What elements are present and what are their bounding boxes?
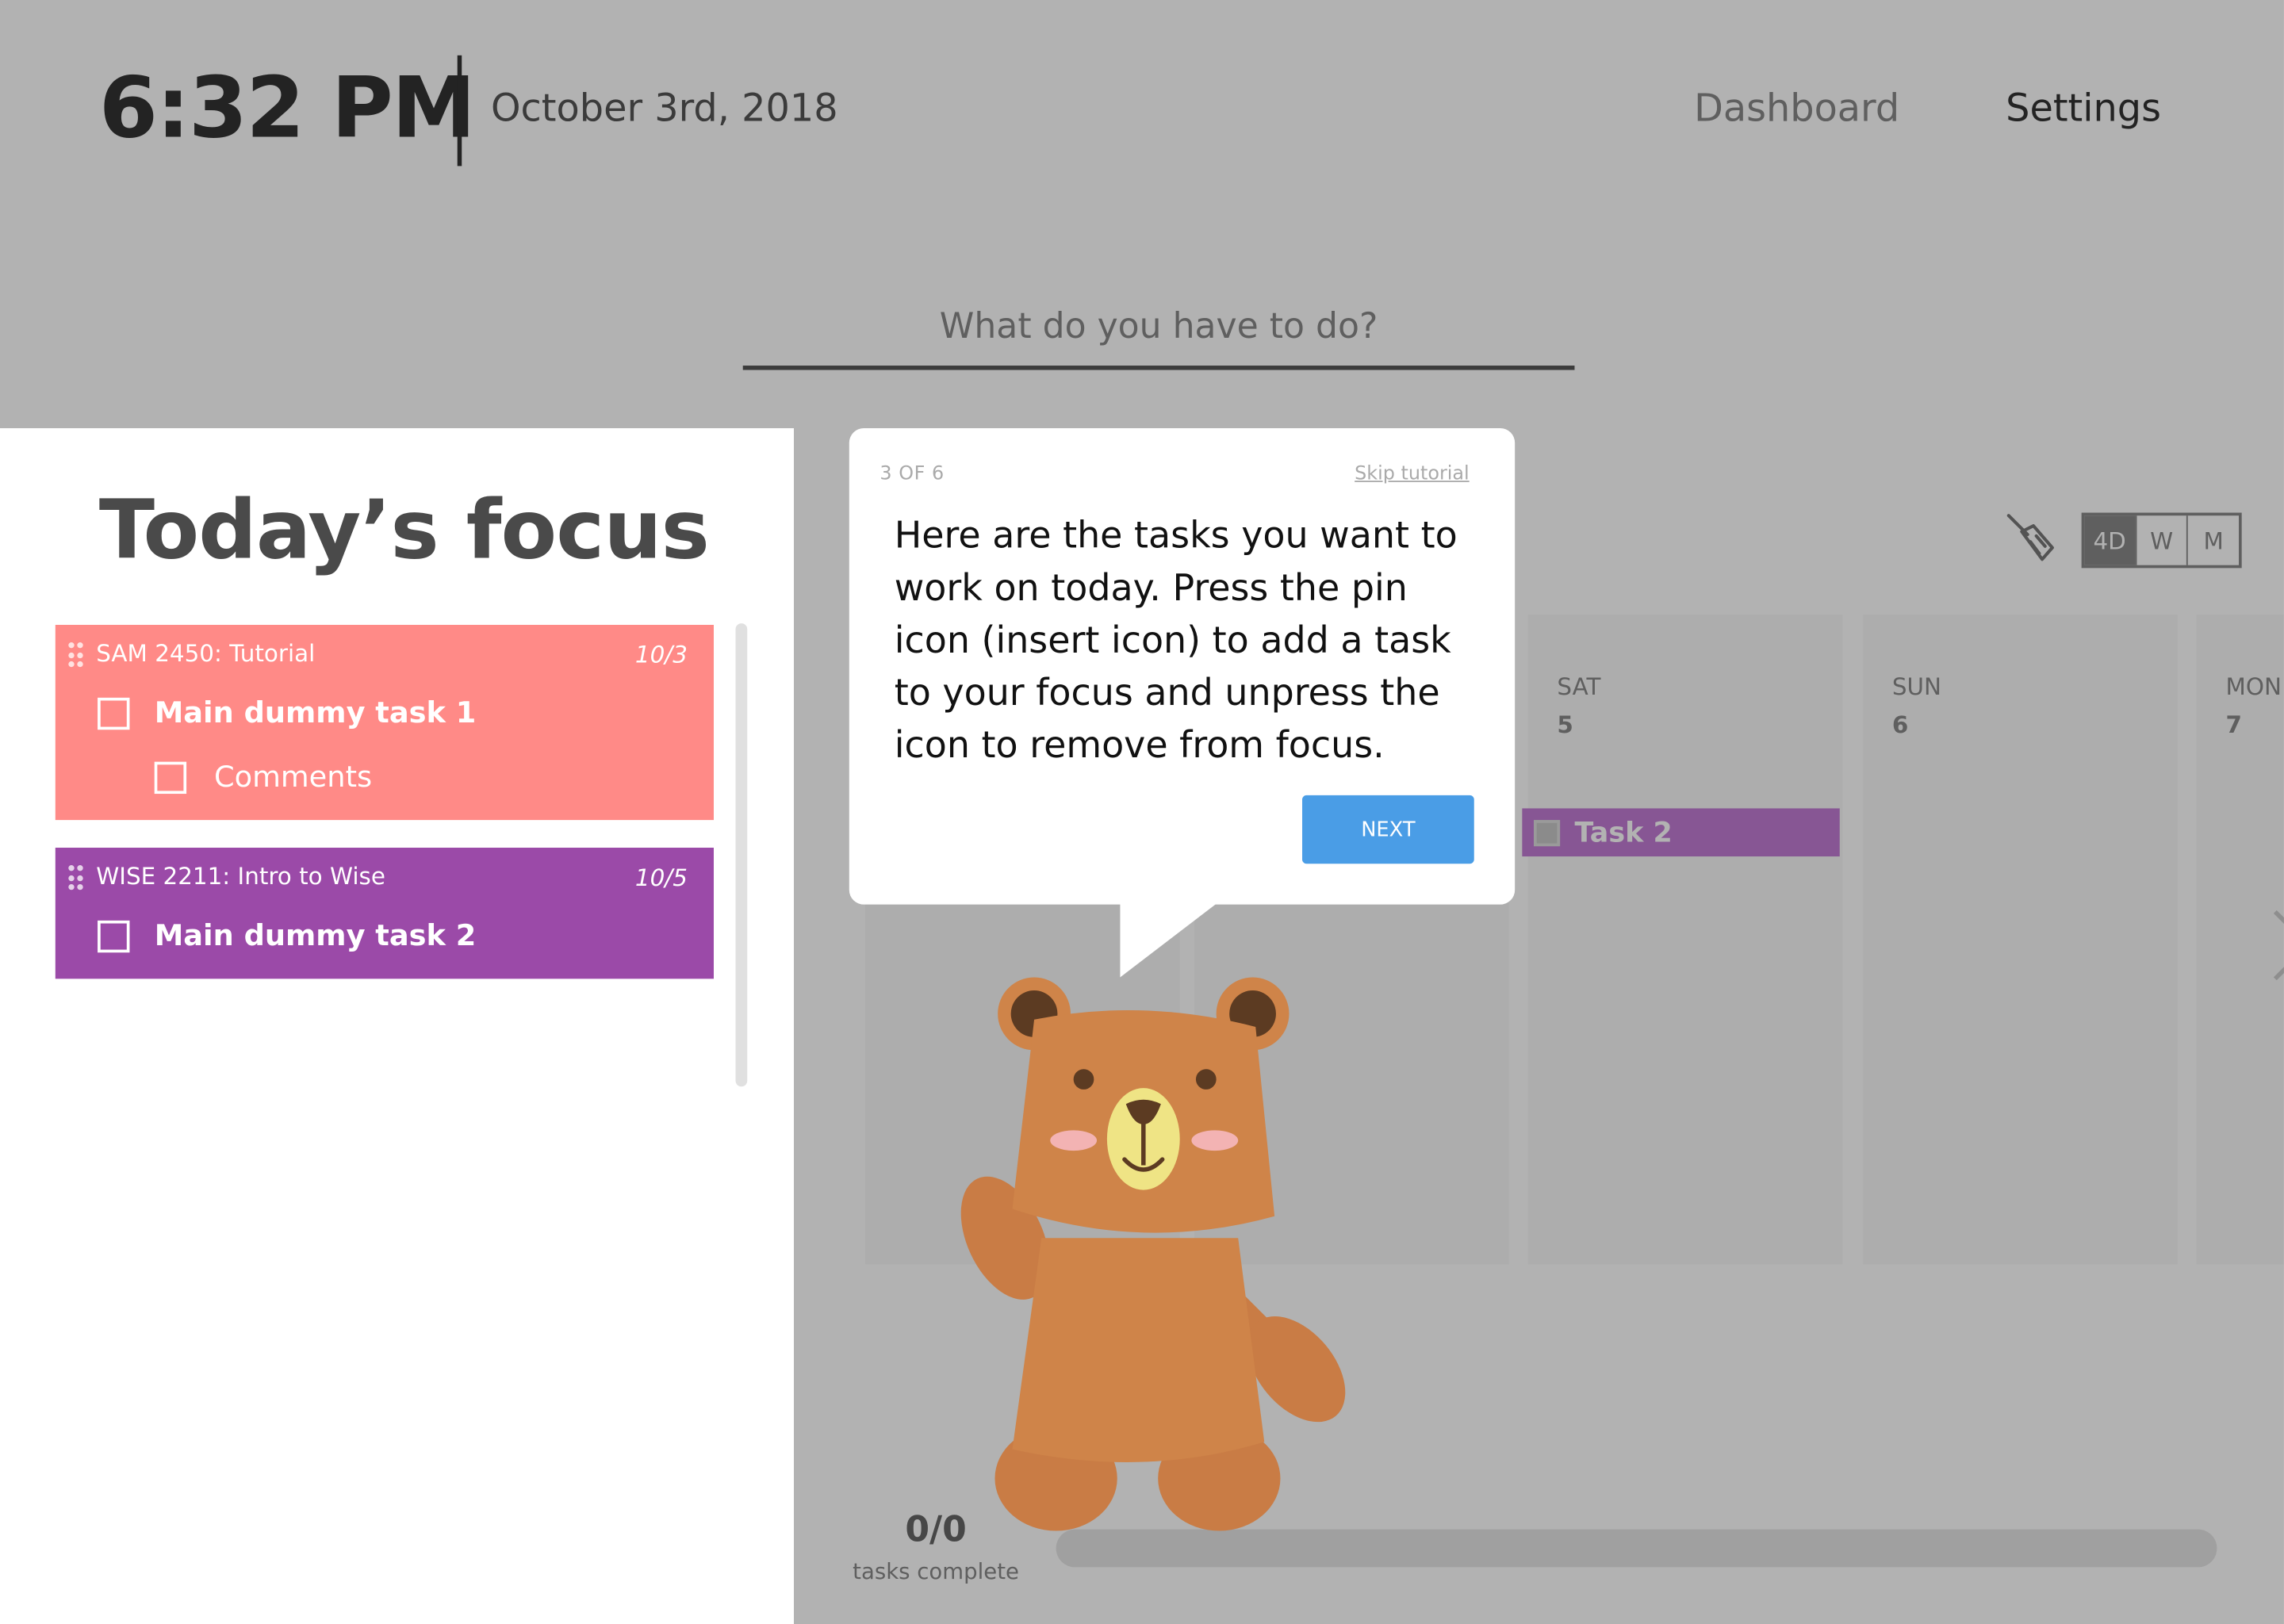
focus-title: Today’s focus [98,483,710,579]
task-label: Main dummy task 1 [154,695,477,730]
next-button[interactable]: NEXT [1302,795,1474,864]
tutorial-message: Here are the tasks you want to work on t… [894,514,1458,767]
tutorial-overlay-top [0,0,2284,429]
focus-panel [0,428,795,1624]
card-due-date: 10/5 [634,864,688,892]
card-course: WISE 2211: Intro to Wise [96,862,385,891]
subtask-checkbox[interactable] [154,761,187,795]
focus-scrollbar[interactable] [735,623,748,1087]
drag-handle-icon[interactable] [68,865,83,891]
focus-card[interactable]: SAM 2450: Tutorial 10/3 Main dummy task … [55,624,714,821]
bear-mascot-icon [960,977,1346,1531]
tutorial-step-counter: 3 OF 6 [879,463,945,485]
skip-tutorial-link[interactable]: Skip tutorial [1355,463,1470,485]
subtask-label: Comments [213,758,373,795]
card-course: SAM 2450: Tutorial [96,639,316,668]
card-due-date: 10/3 [634,641,688,669]
task-checkbox[interactable] [98,920,130,953]
task-label: Main dummy task 2 [154,917,477,953]
focus-card[interactable]: WISE 2211: Intro to Wise 10/5 Main dummy… [55,848,714,979]
drag-handle-icon[interactable] [68,642,83,668]
task-checkbox[interactable] [98,697,130,730]
